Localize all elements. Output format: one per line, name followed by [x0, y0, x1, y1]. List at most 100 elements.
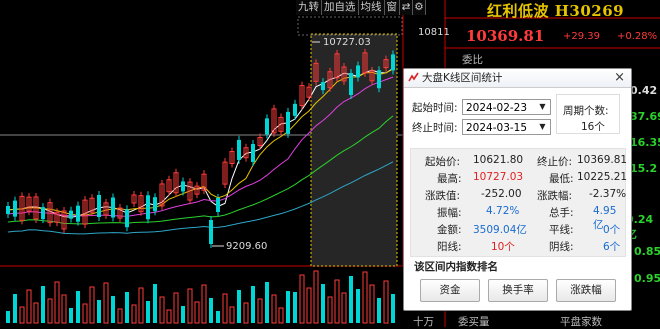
volume-bar — [229, 306, 235, 324]
candle-body — [356, 65, 360, 78]
down-candles-value: 6个 — [603, 241, 621, 253]
high-value: 10727.03 — [473, 171, 524, 183]
volume-bar — [222, 293, 228, 324]
candle-body — [125, 209, 129, 228]
interval-stats-dialog: 大盘K线区间统计 × 起始时间: 2024-02-23 ▼ 终止时间: 2024… — [403, 68, 632, 311]
candle-body — [69, 210, 73, 219]
volume-bar — [356, 289, 360, 323]
chart-logo-icon — [408, 72, 419, 82]
volume-bar — [313, 270, 319, 324]
panel-value-5: 0.85 — [634, 245, 660, 258]
window-button[interactable]: 窗 — [384, 0, 400, 15]
flat-line-label: 平线: — [549, 224, 574, 236]
high-price-label: 10727.03 — [323, 37, 371, 48]
volume-bar — [243, 302, 249, 324]
flat-line-value: 0个 — [603, 224, 621, 236]
end-price-label: 终止价: — [537, 156, 573, 168]
nine-turns-button[interactable]: 九转 — [296, 0, 322, 15]
swap-icon[interactable]: ⇄ — [400, 0, 413, 15]
volume-bar — [187, 288, 193, 324]
rank-by-change-button[interactable]: 涨跌幅 — [556, 279, 616, 302]
panel-value-1: 0.42 — [630, 84, 658, 97]
volume-bar — [265, 282, 269, 323]
volume-bar — [181, 306, 185, 323]
volume-bar — [383, 280, 389, 324]
candle-body — [293, 103, 297, 116]
volume-bar — [194, 301, 200, 324]
candle-body — [265, 118, 269, 135]
down-candles-label: 阴线: — [549, 241, 574, 253]
candle-body — [181, 181, 185, 192]
volume-bar — [146, 301, 150, 323]
dialog-title: 大盘K线区间统计 — [422, 72, 503, 84]
start-price-label: 起始价: — [425, 156, 461, 168]
stats-panel: 起始价: 10621.80 终止价: 10369.81 最高: 10727.03… — [410, 148, 628, 257]
change-value-label: 涨跌值: — [425, 190, 461, 202]
volume-bar — [26, 289, 32, 324]
candle-body — [111, 197, 115, 218]
start-date-select[interactable]: 2024-02-23 ▼ — [462, 99, 551, 115]
volume-bar — [391, 294, 395, 323]
candle-body — [251, 143, 255, 162]
volume-bar — [19, 306, 25, 324]
candle-body — [391, 54, 395, 71]
volume-bar — [76, 291, 80, 323]
amount-label: 金额: — [437, 224, 462, 236]
volume-bar — [362, 271, 368, 324]
candle-body — [97, 195, 101, 218]
low-price-label: 9209.60 — [226, 241, 268, 252]
change-pct-label: 涨跌幅: — [537, 190, 573, 202]
volume-bar — [341, 292, 347, 324]
end-date-select[interactable]: 2024-03-15 ▼ — [462, 119, 551, 135]
volume-bar — [334, 279, 340, 324]
volume-bar — [138, 287, 144, 324]
volume-bar — [103, 282, 109, 324]
start-price-value: 10621.80 — [473, 154, 524, 166]
end-date-value: 2024-03-15 — [466, 122, 528, 134]
volume-bar — [47, 298, 53, 324]
volume-bar — [111, 296, 115, 323]
end-time-label: 终止时间: — [412, 122, 458, 134]
rank-by-turnover-button[interactable]: 换手率 — [488, 279, 548, 302]
candle-body — [41, 207, 45, 220]
volume-bar — [33, 302, 39, 324]
index-change-pct: +0.28% — [617, 31, 658, 42]
panel-value-6: 0.95 — [634, 272, 660, 285]
candle-body — [6, 206, 10, 214]
index-change: +29.39 — [563, 31, 601, 42]
chevron-down-icon: ▼ — [539, 122, 546, 131]
volume-bar — [201, 284, 207, 324]
change-pct-value: -2.37% — [589, 188, 627, 200]
add-watchlist-button[interactable]: 加自选 — [322, 0, 359, 15]
period-count-box: 周期个数: 16个 — [556, 94, 620, 134]
volume-bar — [82, 303, 88, 324]
amount-value: 3509.04亿 — [473, 224, 527, 236]
close-icon[interactable]: × — [614, 69, 625, 87]
volume-bar — [153, 284, 157, 323]
candle-body — [237, 139, 241, 160]
volume-bar — [97, 300, 101, 323]
volume-bar — [306, 287, 312, 324]
high-label: 最高: — [437, 173, 462, 185]
candle-body — [146, 195, 150, 220]
volume-bar — [41, 286, 45, 323]
volume-bar — [257, 298, 263, 324]
dialog-title-bar[interactable]: 大盘K线区间统计 × — [404, 69, 631, 88]
volume-bar — [237, 290, 241, 323]
volume-bar — [125, 292, 129, 323]
index-name: 红利低波 H30269 — [487, 2, 625, 20]
volume-bar — [13, 294, 17, 323]
volume-bar — [61, 294, 67, 324]
volume-bar — [209, 298, 213, 323]
rank-by-capital-button[interactable]: 资金 — [420, 279, 480, 302]
settings-icon[interactable]: ⚙ — [413, 0, 426, 15]
volume-bar — [54, 281, 60, 324]
candle-body — [13, 200, 17, 217]
index-value: 10369.81 — [466, 27, 545, 45]
period-count-value: 16个 — [581, 121, 605, 133]
moving-average-button[interactable]: 均线 — [358, 0, 385, 15]
candle-body — [321, 82, 325, 91]
start-time-label: 起始时间: — [412, 102, 458, 114]
low-value: 10225.21 — [577, 171, 628, 183]
interval-header — [297, 16, 403, 36]
